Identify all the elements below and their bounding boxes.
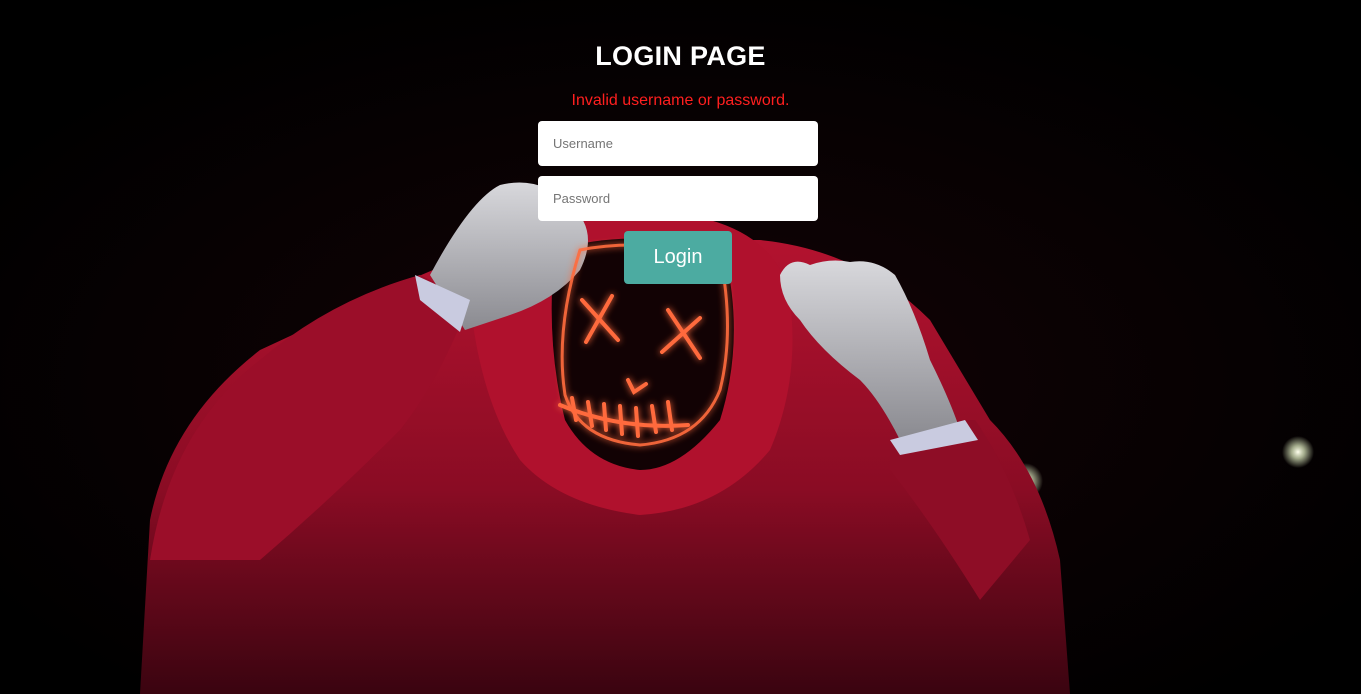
username-input[interactable]	[538, 121, 818, 166]
password-input[interactable]	[538, 176, 818, 221]
login-button[interactable]: Login	[624, 231, 732, 284]
login-page: LOGIN PAGE Invalid username or password.…	[0, 0, 1361, 694]
login-form: LOGIN PAGE Invalid username or password.…	[0, 0, 1361, 694]
error-message: Invalid username or password.	[571, 92, 790, 109]
page-title: LOGIN PAGE	[595, 41, 766, 71]
